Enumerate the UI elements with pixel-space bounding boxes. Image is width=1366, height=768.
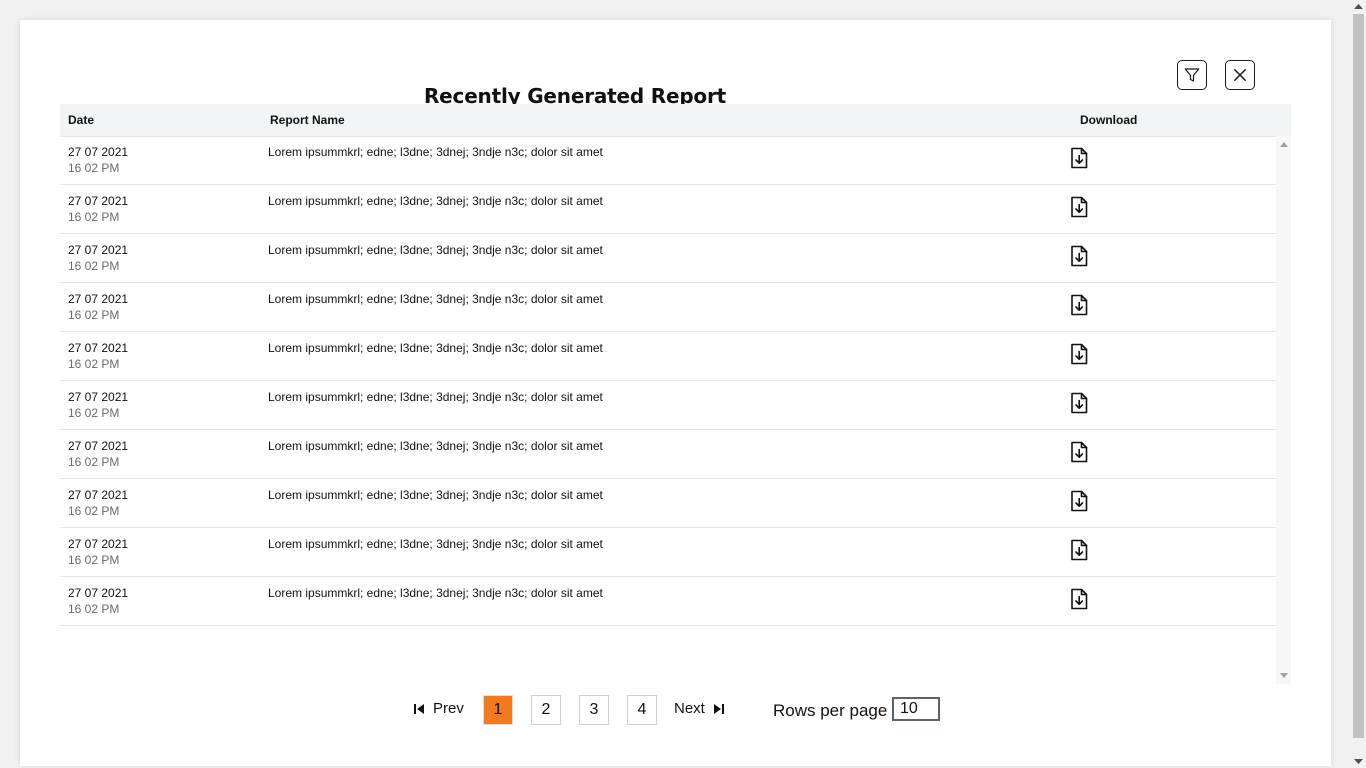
- download-button[interactable]: [1070, 343, 1090, 365]
- row-date: 27 07 2021: [68, 194, 129, 208]
- row-time: 16 02 PM: [68, 406, 120, 420]
- row-date: 27 07 2021: [68, 390, 129, 404]
- table-row: 27 07 2021 16 02 PM Lorem ipsummkrl; edne;…: [60, 136, 1276, 185]
- row-date: 27 07 2021: [68, 488, 129, 502]
- row-report-name: Lorem ipsummkrl; edne; l3dne; 3dnej; 3nd…: [268, 145, 603, 159]
- download-button[interactable]: [1070, 490, 1090, 512]
- page-2-button[interactable]: 2: [531, 695, 561, 725]
- rows-per-page-input[interactable]: [892, 697, 940, 721]
- file-download-icon: [1071, 441, 1088, 463]
- row-report-name: Lorem ipsummkrl; edne; l3dne; 3dnej; 3nd…: [268, 243, 603, 257]
- download-button[interactable]: [1070, 147, 1090, 169]
- file-download-icon: [1071, 392, 1088, 414]
- row-time: 16 02 PM: [68, 455, 120, 469]
- file-download-icon: [1071, 588, 1088, 610]
- scroll-down-arrow-icon[interactable]: [1276, 670, 1291, 682]
- row-report-name: Lorem ipsummkrl; edne; l3dne; 3dnej; 3nd…: [268, 586, 603, 600]
- close-button[interactable]: [1225, 60, 1255, 90]
- row-date: 27 07 2021: [68, 537, 129, 551]
- download-button[interactable]: [1070, 588, 1090, 610]
- download-button[interactable]: [1070, 441, 1090, 463]
- row-report-name: Lorem ipsummkrl; edne; l3dne; 3dnej; 3nd…: [268, 488, 603, 502]
- table-scrollbar[interactable]: [1276, 136, 1291, 684]
- prev-label: Prev: [433, 700, 464, 717]
- table-row: 27 07 2021 16 02 PM Lorem ipsummkrl; edne;…: [60, 381, 1276, 430]
- download-button[interactable]: [1070, 196, 1090, 218]
- file-download-icon: [1071, 196, 1088, 218]
- page-scroll-thumb[interactable]: [1353, 14, 1364, 738]
- last-page-icon: [713, 703, 724, 714]
- row-report-name: Lorem ipsummkrl; edne; l3dne; 3dnej; 3nd…: [268, 341, 603, 355]
- row-time: 16 02 PM: [68, 553, 120, 567]
- table-row: 27 07 2021 16 02 PM Lorem ipsummkrl; edne;…: [60, 528, 1276, 577]
- page-scroll-up-icon[interactable]: [1354, 3, 1363, 9]
- table-row: 27 07 2021 16 02 PM Lorem ipsummkrl; edne;…: [60, 185, 1276, 234]
- pagination: Prev 1 2 3 4 Next Rows per page: [20, 694, 1331, 728]
- table-row: 27 07 2021 16 02 PM Lorem ipsummkrl; edne;…: [60, 332, 1276, 381]
- row-report-name: Lorem ipsummkrl; edne; l3dne; 3dnej; 3nd…: [268, 292, 603, 306]
- row-report-name: Lorem ipsummkrl; edne; l3dne; 3dnej; 3nd…: [268, 439, 603, 453]
- report-modal: Recently Generated Report Date Report Na…: [20, 20, 1331, 766]
- column-header-date: Date: [68, 113, 95, 127]
- table-row: 27 07 2021 16 02 PM Lorem ipsummkrl; edne;…: [60, 479, 1276, 528]
- row-time: 16 02 PM: [68, 602, 120, 616]
- file-download-icon: [1071, 245, 1088, 267]
- download-button[interactable]: [1070, 539, 1090, 561]
- table-row: 27 07 2021 16 02 PM Lorem ipsummkrl; edne;…: [60, 577, 1276, 626]
- next-page-button[interactable]: Next: [674, 700, 725, 717]
- file-download-icon: [1071, 490, 1088, 512]
- row-time: 16 02 PM: [68, 504, 120, 518]
- file-download-icon: [1071, 294, 1088, 316]
- rows-per-page-label: Rows per page: [773, 701, 888, 720]
- table-row: 27 07 2021 16 02 PM Lorem ipsummkrl; edne;…: [60, 430, 1276, 479]
- row-date: 27 07 2021: [68, 586, 129, 600]
- filter-icon: [1184, 68, 1200, 82]
- row-date: 27 07 2021: [68, 243, 129, 257]
- column-header-report-name: Report Name: [270, 113, 345, 127]
- row-date: 27 07 2021: [68, 145, 129, 159]
- first-page-icon: [414, 703, 424, 714]
- download-button[interactable]: [1070, 294, 1090, 316]
- download-button[interactable]: [1070, 392, 1090, 414]
- row-time: 16 02 PM: [68, 210, 120, 224]
- page-1-button[interactable]: 1: [483, 695, 513, 725]
- page-3-button[interactable]: 3: [579, 695, 609, 725]
- page-4-button[interactable]: 4: [627, 695, 657, 725]
- file-download-icon: [1071, 539, 1088, 561]
- table-body: 27 07 2021 16 02 PM Lorem ipsummkrl; edne;…: [60, 136, 1276, 684]
- download-button[interactable]: [1070, 245, 1090, 267]
- page-scroll-down-icon[interactable]: [1354, 759, 1363, 765]
- file-download-icon: [1071, 343, 1088, 365]
- row-report-name: Lorem ipsummkrl; edne; l3dne; 3dnej; 3nd…: [268, 537, 603, 551]
- next-label: Next: [674, 700, 705, 717]
- row-time: 16 02 PM: [68, 161, 120, 175]
- row-time: 16 02 PM: [68, 357, 120, 371]
- table-header: Date Report Name Download: [60, 104, 1291, 137]
- scroll-up-arrow-icon[interactable]: [1276, 138, 1291, 150]
- row-date: 27 07 2021: [68, 292, 129, 306]
- row-date: 27 07 2021: [68, 439, 129, 453]
- table-row: 27 07 2021 16 02 PM Lorem ipsummkrl; edne;…: [60, 234, 1276, 283]
- filter-button[interactable]: [1177, 60, 1207, 90]
- row-report-name: Lorem ipsummkrl; edne; l3dne; 3dnej; 3nd…: [268, 194, 603, 208]
- page-scrollbar[interactable]: [1351, 0, 1366, 768]
- row-time: 16 02 PM: [68, 308, 120, 322]
- column-header-download: Download: [1080, 113, 1138, 127]
- file-download-icon: [1071, 147, 1088, 169]
- row-report-name: Lorem ipsummkrl; edne; l3dne; 3dnej; 3nd…: [268, 390, 603, 404]
- row-time: 16 02 PM: [68, 259, 120, 273]
- close-icon: [1234, 69, 1246, 81]
- table-row: 27 07 2021 16 02 PM Lorem ipsummkrl; edne;…: [60, 283, 1276, 332]
- row-date: 27 07 2021: [68, 341, 129, 355]
- prev-page-button[interactable]: Prev: [413, 700, 464, 717]
